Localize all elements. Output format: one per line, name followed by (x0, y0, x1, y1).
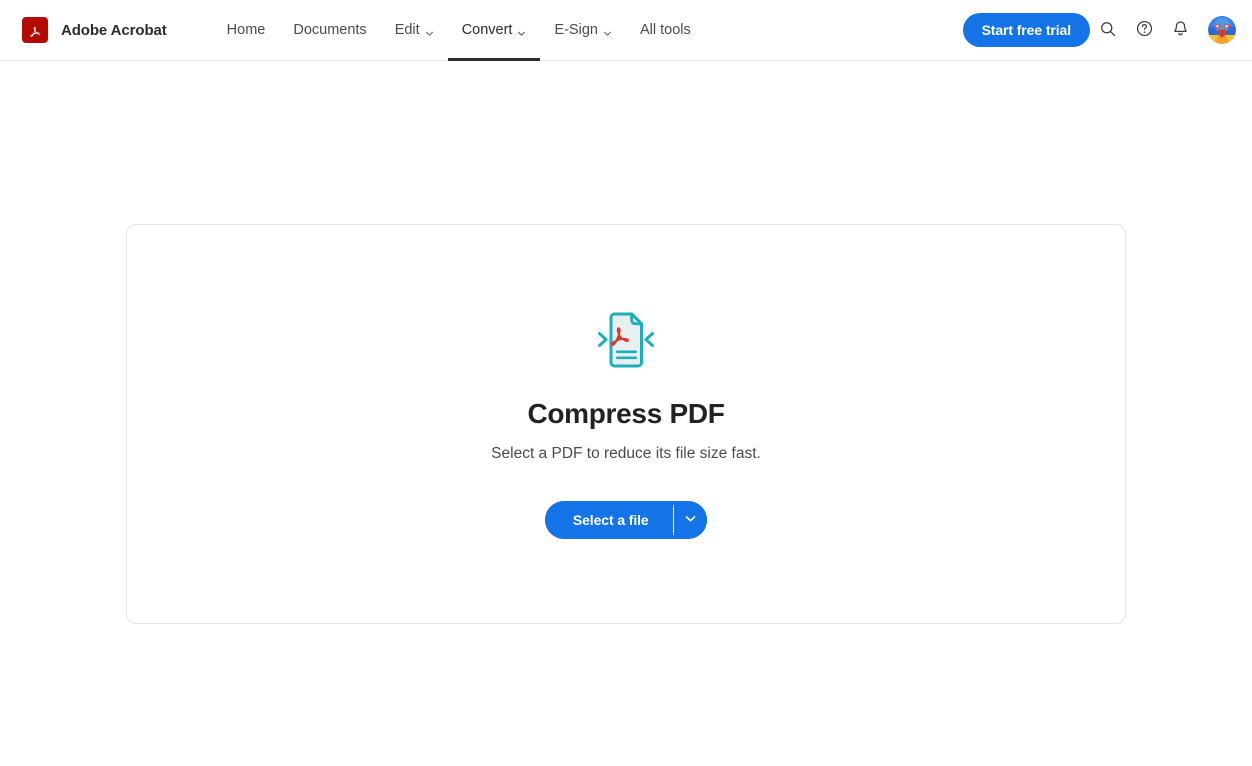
notifications-icon-button[interactable] (1162, 12, 1198, 48)
brand-name: Adobe Acrobat (61, 21, 167, 39)
main-content: Compress PDF Select a PDF to reduce its … (0, 61, 1252, 766)
main-nav: Home Documents Edit Convert E-Sign All t… (213, 0, 963, 61)
nav-item-label: E-Sign (554, 22, 598, 38)
nav-item-edit[interactable]: Edit (381, 0, 448, 61)
brand-logo-link[interactable]: Adobe Acrobat (22, 17, 167, 43)
nav-item-e-sign[interactable]: E-Sign (540, 0, 626, 61)
nav-item-label: Documents (293, 22, 367, 38)
select-a-file-button[interactable]: Select a file (544, 501, 673, 539)
nav-item-label: Convert (461, 22, 513, 38)
nav-item-documents[interactable]: Documents (279, 0, 380, 61)
adobe-acrobat-logo-icon (22, 17, 48, 43)
nav-item-all-tools[interactable]: All tools (626, 0, 705, 61)
notification-bell-icon (1171, 19, 1190, 41)
chevron-down-icon (425, 26, 434, 36)
page-subtitle: Select a PDF to reduce its file size fas… (491, 445, 761, 462)
nav-item-home[interactable]: Home (213, 0, 280, 61)
header-actions: Start free trial (962, 12, 1236, 48)
app-header: Adobe Acrobat Home Documents Edit Conver… (0, 0, 1252, 61)
select-file-dropdown-button[interactable] (674, 501, 708, 539)
search-icon (1099, 20, 1117, 41)
nav-item-label: Home (226, 22, 266, 38)
nav-item-label: Edit (394, 22, 420, 38)
nav-item-label: All tools (640, 22, 691, 38)
file-dropzone[interactable]: Compress PDF Select a PDF to reduce its … (126, 224, 1126, 624)
select-file-split-button: Select a file (544, 501, 708, 539)
nav-item-convert[interactable]: Convert (447, 0, 541, 61)
help-icon-button[interactable] (1126, 12, 1162, 48)
user-avatar[interactable] (1208, 16, 1236, 44)
chevron-down-icon (517, 26, 526, 36)
compress-pdf-file-icon (597, 309, 655, 371)
help-circle-icon (1135, 19, 1154, 41)
page-title: Compress PDF (527, 398, 725, 429)
chevron-down-icon (603, 26, 612, 36)
start-free-trial-button[interactable]: Start free trial (962, 13, 1090, 47)
chevron-down-icon (684, 512, 697, 528)
search-icon-button[interactable] (1090, 12, 1126, 48)
